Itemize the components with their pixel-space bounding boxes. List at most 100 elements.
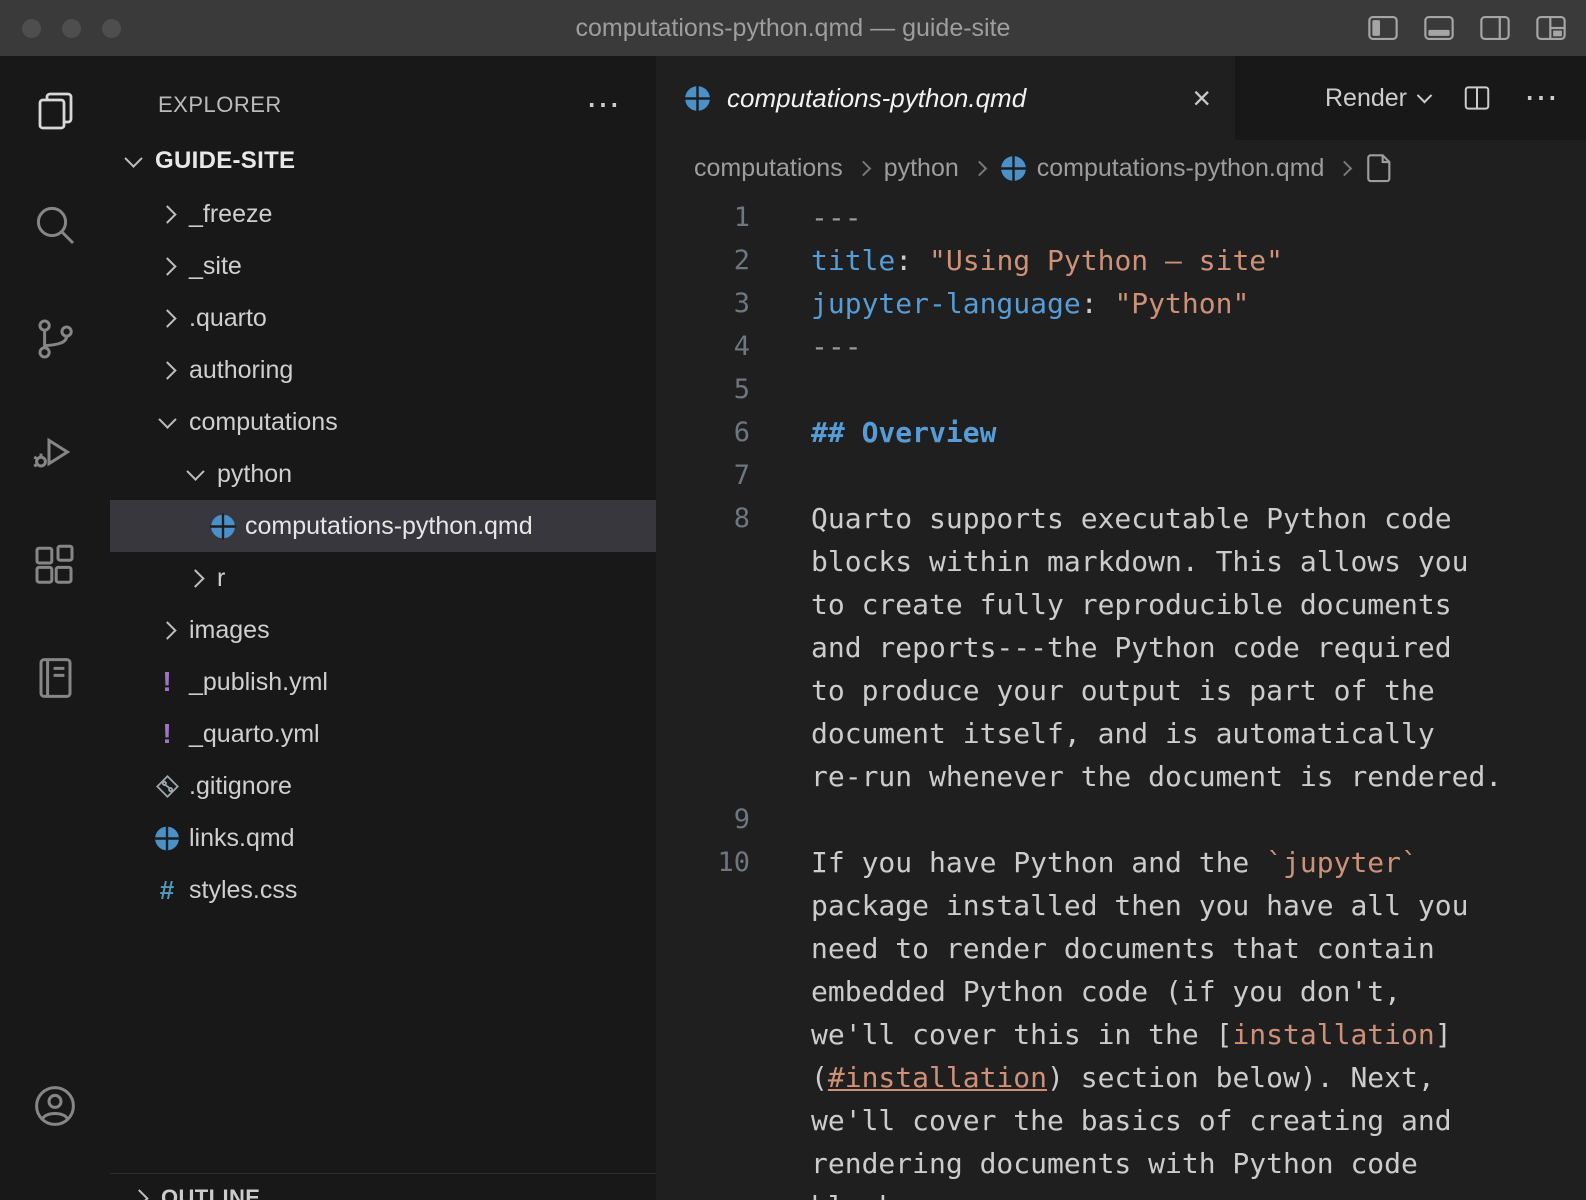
- yaml-icon: !: [154, 669, 180, 696]
- line-number: 5: [656, 368, 750, 411]
- code-line[interactable]: 8Quarto supports executable Python code: [656, 497, 1586, 540]
- tree-item[interactable]: _site: [110, 240, 656, 292]
- code-line[interactable]: blocks within markdown. This allows you: [656, 540, 1586, 583]
- code-text: title: "Using Python — site": [750, 239, 1283, 282]
- code-line[interactable]: 2title: "Using Python — site": [656, 239, 1586, 282]
- tree-item-label: authoring: [189, 356, 293, 385]
- line-number: [656, 755, 750, 798]
- activity-notebook-icon[interactable]: [0, 621, 110, 734]
- tree-item[interactable]: .quarto: [110, 292, 656, 344]
- code-text: (#installation) section below). Next,: [750, 1056, 1435, 1099]
- tree-item[interactable]: computations-python.qmd: [110, 500, 656, 552]
- quarto-icon: [684, 85, 711, 112]
- code-text: re-run whenever the document is rendered…: [750, 755, 1502, 798]
- quarto-icon: [154, 825, 180, 852]
- code-text: ---: [750, 196, 862, 239]
- tree-item-label: links.qmd: [189, 824, 295, 853]
- code-line[interactable]: blocks.: [656, 1185, 1586, 1200]
- code-line[interactable]: re-run whenever the document is rendered…: [656, 755, 1586, 798]
- line-number: 4: [656, 325, 750, 368]
- code-text: [750, 454, 811, 497]
- code-line[interactable]: 10If you have Python and the `jupyter`: [656, 841, 1586, 884]
- code-line[interactable]: rendering documents with Python code: [656, 1142, 1586, 1185]
- breadcrumb-item[interactable]: computations-python.qmd: [1000, 154, 1325, 183]
- tree-root-guide-site[interactable]: GUIDE-SITE: [110, 134, 656, 188]
- code-line[interactable]: we'll cover this in the [installation]: [656, 1013, 1586, 1056]
- close-window-button[interactable]: [22, 19, 41, 38]
- more-actions-icon[interactable]: ⋯: [1524, 90, 1558, 106]
- explorer-more-actions-icon[interactable]: ⋯: [586, 97, 620, 113]
- editor-code[interactable]: 1---2title: "Using Python — site"3jupyte…: [656, 196, 1586, 1200]
- tree-item-label: computations-python.qmd: [245, 512, 533, 541]
- tree-item[interactable]: python: [110, 448, 656, 500]
- code-line[interactable]: embedded Python code (if you don't,: [656, 970, 1586, 1013]
- toggle-sidebar-icon[interactable]: [1366, 13, 1400, 43]
- code-line[interactable]: and reports---the Python code required: [656, 626, 1586, 669]
- file-tree: _freeze _site.quarto authoring computations…: [110, 188, 656, 916]
- code-text: ---: [750, 325, 862, 368]
- line-number: [656, 1099, 750, 1142]
- code-text: we'll cover the basics of creating and: [750, 1099, 1452, 1142]
- close-tab-icon[interactable]: ×: [1192, 82, 1211, 114]
- code-line[interactable]: to produce your output is part of the: [656, 669, 1586, 712]
- activity-run-debug-icon[interactable]: [0, 395, 110, 508]
- code-line[interactable]: to create fully reproducible documents: [656, 583, 1586, 626]
- toggle-secondary-sidebar-icon[interactable]: [1478, 13, 1512, 43]
- activity-search-icon[interactable]: [0, 169, 110, 282]
- activity-source-control-icon[interactable]: [0, 282, 110, 395]
- explorer-header: EXPLORER ⋯: [110, 56, 656, 134]
- line-number: 7: [656, 454, 750, 497]
- quarto-icon: [1000, 155, 1027, 182]
- code-line[interactable]: document itself, and is automatically: [656, 712, 1586, 755]
- tree-item[interactable]: !_publish.yml: [110, 656, 656, 708]
- line-number: 9: [656, 798, 750, 841]
- code-line[interactable]: 5: [656, 368, 1586, 411]
- tree-root-label: GUIDE-SITE: [155, 147, 295, 175]
- minimize-window-button[interactable]: [62, 19, 81, 38]
- code-line[interactable]: 4---: [656, 325, 1586, 368]
- code-line[interactable]: 9: [656, 798, 1586, 841]
- code-text: [750, 798, 811, 841]
- code-text: If you have Python and the `jupyter`: [750, 841, 1418, 884]
- customize-layout-icon[interactable]: [1534, 13, 1568, 43]
- toggle-panel-icon[interactable]: [1422, 13, 1456, 43]
- outline-section-header[interactable]: OUTLINE: [110, 1173, 656, 1200]
- activity-explorer-icon[interactable]: [0, 56, 110, 169]
- code-line[interactable]: (#installation) section below). Next,: [656, 1056, 1586, 1099]
- code-text: ## Overview: [750, 411, 996, 454]
- code-line[interactable]: 6## Overview: [656, 411, 1586, 454]
- code-line[interactable]: 3jupyter-language: "Python": [656, 282, 1586, 325]
- explorer-sidebar: EXPLORER ⋯ GUIDE-SITE _freeze _site.quart…: [110, 56, 656, 1200]
- code-line[interactable]: 7: [656, 454, 1586, 497]
- breadcrumb-item[interactable]: python: [884, 154, 959, 183]
- tree-item[interactable]: images: [110, 604, 656, 656]
- activity-extensions-icon[interactable]: [0, 508, 110, 621]
- code-line[interactable]: 1---: [656, 196, 1586, 239]
- chevron-right-icon: [158, 309, 176, 327]
- tree-item[interactable]: _freeze: [110, 188, 656, 240]
- chevron-right-icon: [186, 569, 204, 587]
- code-text: blocks.: [750, 1185, 929, 1200]
- chevron-down-icon: [124, 149, 142, 167]
- split-editor-icon[interactable]: [1462, 83, 1492, 113]
- tree-item[interactable]: !_quarto.yml: [110, 708, 656, 760]
- activity-account-icon[interactable]: [0, 1049, 110, 1162]
- line-number: [656, 583, 750, 626]
- tree-item[interactable]: #styles.css: [110, 864, 656, 916]
- tree-item[interactable]: r: [110, 552, 656, 604]
- tree-item[interactable]: authoring: [110, 344, 656, 396]
- line-number: 10: [656, 841, 750, 884]
- code-line[interactable]: package installed then you have all you: [656, 884, 1586, 927]
- breadcrumb-item[interactable]: computations: [694, 154, 843, 183]
- tree-item[interactable]: .gitignore: [110, 760, 656, 812]
- render-button[interactable]: Render: [1325, 84, 1430, 113]
- line-number: 6: [656, 411, 750, 454]
- tree-item[interactable]: links.qmd: [110, 812, 656, 864]
- tree-item[interactable]: computations: [110, 396, 656, 448]
- tab-computations-python[interactable]: computations-python.qmd ×: [656, 56, 1235, 140]
- zoom-window-button[interactable]: [102, 19, 121, 38]
- editor-actions: Render ⋯: [1325, 56, 1586, 140]
- code-line[interactable]: we'll cover the basics of creating and: [656, 1099, 1586, 1142]
- tree-item-label: _freeze: [189, 200, 272, 229]
- code-line[interactable]: need to render documents that contain: [656, 927, 1586, 970]
